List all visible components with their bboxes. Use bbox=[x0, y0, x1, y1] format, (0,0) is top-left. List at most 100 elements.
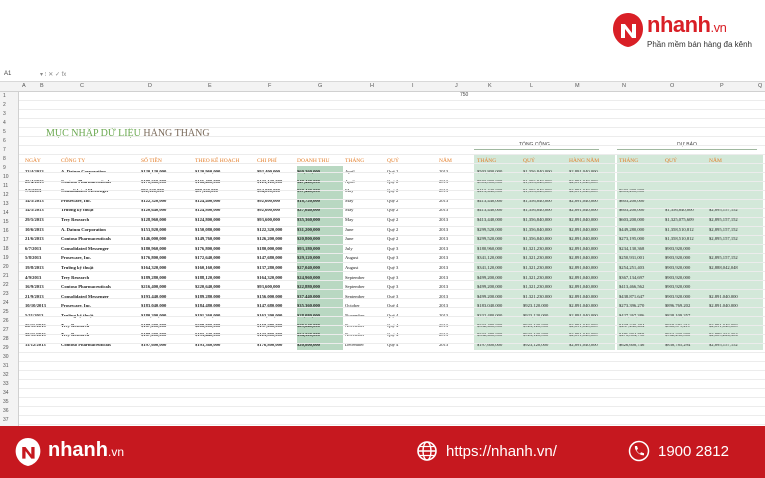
row-header[interactable]: 3 bbox=[3, 111, 6, 117]
data-cell[interactable]: 2013 bbox=[439, 265, 448, 270]
row-header[interactable]: 24 bbox=[3, 300, 9, 306]
data-cell[interactable]: June bbox=[345, 236, 353, 241]
data-cell[interactable]: September bbox=[345, 275, 365, 280]
row-header[interactable]: 37 bbox=[3, 417, 9, 423]
row-header[interactable]: 36 bbox=[3, 408, 9, 414]
column-header[interactable]: P bbox=[720, 83, 724, 89]
row-header[interactable]: 23 bbox=[3, 291, 9, 297]
row-header[interactable]: 16 bbox=[3, 228, 9, 234]
data-cell[interactable]: $903,920,000 bbox=[665, 265, 690, 270]
column-header[interactable]: K bbox=[488, 83, 492, 89]
data-cell[interactable]: 5/8/2013 bbox=[25, 255, 41, 260]
data-cell[interactable]: $176,800,000 bbox=[141, 255, 166, 260]
row-header[interactable]: 11 bbox=[3, 183, 8, 189]
data-cell[interactable]: 21/6/2013 bbox=[25, 236, 44, 241]
column-header[interactable]: O bbox=[670, 83, 674, 89]
data-cell[interactable]: Quý 3 bbox=[387, 275, 398, 280]
data-cell[interactable]: Quý 3 bbox=[387, 255, 398, 260]
data-cell[interactable]: $180,960,000 bbox=[141, 246, 166, 251]
data-cell[interactable]: 2013 bbox=[439, 255, 448, 260]
data-cell[interactable]: Quý 3 bbox=[387, 265, 398, 270]
data-cell[interactable]: $367,134,697 bbox=[619, 275, 644, 280]
row-header[interactable]: 31 bbox=[3, 363, 9, 369]
row-header[interactable]: 8 bbox=[3, 156, 6, 162]
column-header[interactable]: A bbox=[22, 83, 26, 89]
data-cell[interactable]: Trey Research bbox=[61, 275, 89, 280]
data-cell[interactable]: $160,160,000 bbox=[195, 265, 220, 270]
data-cell[interactable]: $2,891,040,000 bbox=[569, 227, 598, 232]
data-cell[interactable]: $2,895,157,152 bbox=[709, 255, 738, 260]
data-cell[interactable]: $234,130,368 bbox=[619, 246, 644, 251]
data-cell[interactable]: August bbox=[345, 255, 358, 260]
data-cell[interactable]: $137,280,000 bbox=[257, 265, 282, 270]
data-cell[interactable]: $341,120,000 bbox=[477, 255, 502, 260]
column-header[interactable]: H bbox=[370, 83, 374, 89]
data-cell[interactable]: $1,321,230,000 bbox=[523, 265, 552, 270]
data-cell[interactable]: $250,931,001 bbox=[619, 255, 644, 260]
data-cell[interactable]: 2013 bbox=[439, 236, 448, 241]
row-header[interactable]: 26 bbox=[3, 318, 9, 324]
data-cell[interactable]: $180,000,000 bbox=[257, 246, 282, 251]
column-header[interactable]: C bbox=[80, 83, 84, 89]
row-header[interactable]: 28 bbox=[3, 336, 9, 342]
data-cell[interactable]: $153,920,000 bbox=[141, 227, 166, 232]
data-cell[interactable]: $903,920,000 bbox=[665, 275, 690, 280]
data-cell[interactable]: $254,251,403 bbox=[619, 265, 644, 270]
data-cell[interactable]: 2013 bbox=[439, 246, 448, 251]
data-cell[interactable]: 10/6/2013 bbox=[25, 227, 44, 232]
data-cell[interactable]: $1,356,840,000 bbox=[523, 236, 552, 241]
row-header[interactable]: 13 bbox=[3, 201, 9, 207]
data-cell[interactable]: Proseware, Inc. bbox=[61, 255, 91, 260]
data-cell[interactable]: $146,000,000 bbox=[141, 236, 166, 241]
data-cell[interactable]: $2,891,040,000 bbox=[569, 236, 598, 241]
data-cell[interactable]: Contoso Pharmaceuticals bbox=[61, 236, 111, 241]
data-cell[interactable]: 19/8/2013 bbox=[25, 265, 44, 270]
row-header[interactable]: 34 bbox=[3, 390, 9, 396]
data-cell[interactable]: Quý 2 bbox=[387, 236, 398, 241]
row-header[interactable]: 10 bbox=[3, 174, 9, 180]
data-cell[interactable]: 2013 bbox=[439, 227, 448, 232]
row-header[interactable]: 7 bbox=[3, 147, 6, 153]
row-header[interactable]: 25 bbox=[3, 309, 9, 315]
column-header[interactable]: E bbox=[208, 83, 212, 89]
column-header[interactable]: M bbox=[575, 83, 580, 89]
data-cell[interactable]: Consolidated Messenger bbox=[61, 246, 109, 251]
data-cell[interactable]: $29,120,000 bbox=[297, 255, 320, 260]
row-header[interactable]: 19 bbox=[3, 255, 9, 261]
name-box[interactable]: A1 bbox=[4, 71, 11, 77]
data-cell[interactable]: $149,760,000 bbox=[195, 236, 220, 241]
row-header[interactable]: 27 bbox=[3, 327, 9, 333]
data-cell[interactable]: $164,320,000 bbox=[257, 275, 282, 280]
row-header[interactable]: 22 bbox=[3, 282, 9, 288]
row-header[interactable]: 35 bbox=[3, 399, 9, 405]
row-header[interactable]: 1 bbox=[3, 93, 6, 99]
data-cell[interactable]: $449,280,000 bbox=[619, 227, 644, 232]
row-header[interactable]: 33 bbox=[3, 381, 9, 387]
data-cell[interactable]: $299,520,000 bbox=[477, 227, 502, 232]
row-header[interactable]: 15 bbox=[3, 219, 9, 225]
column-header[interactable]: N bbox=[622, 83, 626, 89]
data-cell[interactable]: $189,280,000 bbox=[141, 275, 166, 280]
row-header[interactable]: 12 bbox=[3, 192, 9, 198]
row-header[interactable]: 5 bbox=[3, 129, 6, 135]
data-cell[interactable]: $2,891,040,000 bbox=[569, 275, 598, 280]
data-cell[interactable]: $2,895,157,152 bbox=[709, 227, 738, 232]
data-cell[interactable]: $176,800,000 bbox=[195, 246, 220, 251]
data-cell[interactable]: $1,356,840,000 bbox=[523, 227, 552, 232]
footer-logo[interactable]: nhanh.vn bbox=[14, 437, 134, 467]
data-cell[interactable]: Quý 2 bbox=[387, 227, 398, 232]
data-cell[interactable]: $27,040,000 bbox=[297, 265, 320, 270]
data-cell[interactable]: $180,960,000 bbox=[477, 246, 502, 251]
data-cell[interactable]: $172,640,000 bbox=[195, 255, 220, 260]
data-cell[interactable]: $499,200,000 bbox=[477, 275, 502, 280]
data-cell[interactable]: $341,120,000 bbox=[477, 265, 502, 270]
data-cell[interactable]: $150,080,000 bbox=[195, 227, 220, 232]
row-header[interactable]: 9 bbox=[3, 165, 6, 171]
data-cell[interactable]: $122,320,000 bbox=[257, 227, 282, 232]
row-header[interactable]: 29 bbox=[3, 345, 9, 351]
column-header[interactable]: G bbox=[318, 83, 322, 89]
row-header[interactable]: 18 bbox=[3, 246, 9, 252]
row-header[interactable]: 21 bbox=[3, 273, 9, 279]
row-header[interactable]: 30 bbox=[3, 354, 9, 360]
row-header[interactable]: 2 bbox=[3, 102, 6, 108]
